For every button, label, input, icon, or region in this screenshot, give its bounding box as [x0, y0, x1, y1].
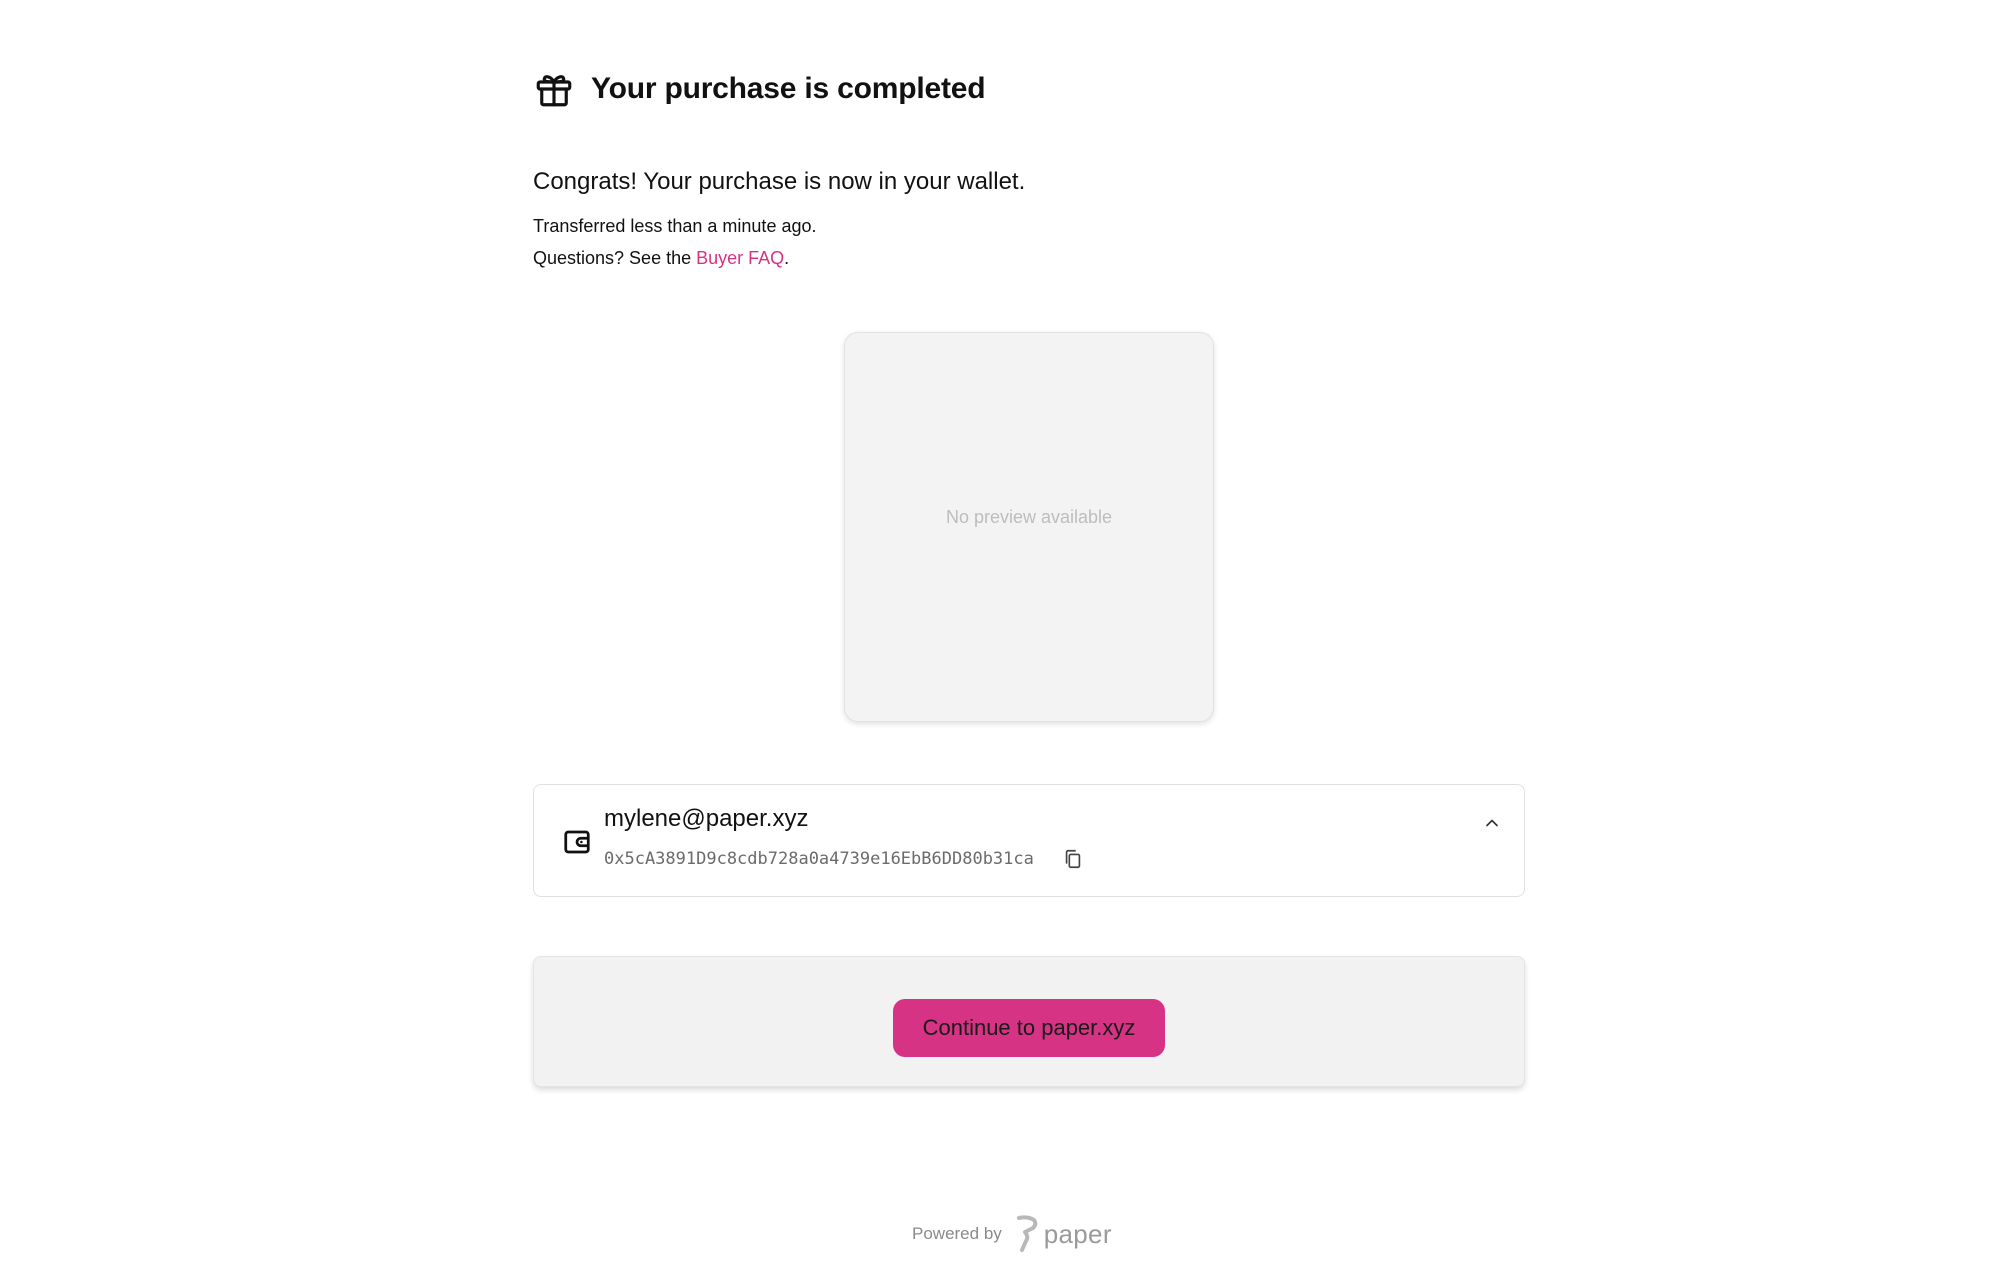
chevron-up-icon[interactable]	[1482, 813, 1502, 833]
continue-button[interactable]: Continue to paper.xyz	[893, 999, 1165, 1057]
action-panel: Continue to paper.xyz	[533, 956, 1525, 1087]
wallet-email: mylene@paper.xyz	[604, 805, 809, 832]
gift-icon	[536, 75, 572, 107]
paper-logo-icon	[1016, 1215, 1038, 1252]
questions-prefix: Questions? See the	[533, 248, 697, 268]
questions-line: Questions? See the Buyer FAQ.	[533, 248, 789, 269]
copy-icon[interactable]	[1062, 848, 1084, 870]
wallet-icon	[564, 830, 590, 854]
no-preview-text: No preview available	[945, 506, 1113, 527]
transfer-status: Transferred less than a minute ago.	[533, 216, 817, 236]
buyer-faq-link[interactable]: Buyer FAQ	[696, 248, 784, 268]
powered-by-footer: Powered by paper	[912, 1214, 1112, 1254]
header: Your purchase is completed	[533, 64, 986, 114]
nft-preview-card: No preview available	[844, 332, 1214, 722]
paper-logo-text: paper	[1043, 1218, 1112, 1249]
page-title: Your purchase is completed	[591, 72, 986, 105]
questions-suffix: .	[784, 248, 790, 268]
wallet-card: mylene@paper.xyz 0x5cA3891D9c8cdb728a0a4…	[533, 784, 1525, 897]
congrats-message: Congrats! Your purchase is now in your w…	[533, 168, 1026, 195]
wallet-address: 0x5cA3891D9c8cdb728a0a4739e16EbB6DD80b31…	[604, 849, 1034, 869]
powered-by-label: Powered by	[912, 1224, 1002, 1243]
purchase-complete-page: Your purchase is completed Congrats! You…	[0, 0, 2000, 1267]
